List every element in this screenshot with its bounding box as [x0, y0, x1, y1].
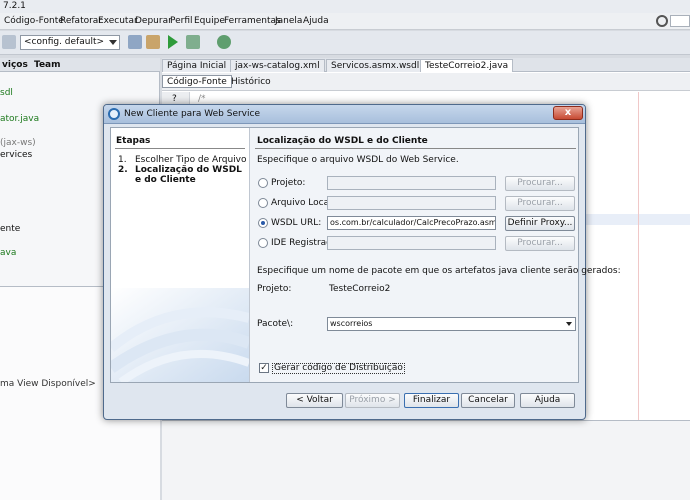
back-button[interactable]: < Voltar: [286, 393, 343, 408]
ide-title: 7.2.1: [3, 1, 26, 11]
clean-build-icon[interactable]: [146, 35, 160, 49]
menu-ajuda[interactable]: Ajuda: [303, 16, 329, 26]
debug-icon[interactable]: [186, 35, 200, 49]
tab-codigo-fonte[interactable]: Código-Fonte: [162, 75, 232, 88]
radio-wsdl-url[interactable]: [258, 218, 268, 228]
tab-historico[interactable]: Histórico: [226, 75, 276, 88]
radio-projeto-label[interactable]: Projeto:: [271, 178, 305, 188]
section-title: Localização do WSDL e do Cliente: [257, 136, 428, 146]
toolbar-icon[interactable]: [2, 35, 16, 49]
close-icon: x: [564, 107, 572, 118]
gutter-marker: ?: [172, 94, 177, 104]
radio-projeto[interactable]: [258, 178, 268, 188]
step-label: Escolher Tipo de Arquivo: [135, 155, 247, 165]
dialog-titlebar[interactable]: New Cliente para Web Service x: [104, 105, 585, 124]
project-label: Projeto:: [257, 284, 292, 294]
package-select[interactable]: wscorreios: [327, 317, 576, 331]
tab-servicos[interactable]: viços: [2, 60, 28, 70]
wsdl-instruction: Especifique o arquivo WSDL do Web Servic…: [257, 155, 459, 165]
browse-ide-registrado-button[interactable]: Procurar...: [505, 236, 575, 251]
tab-testecorreio2[interactable]: TesteCorreio2.java: [420, 59, 514, 72]
package-value: wscorreios: [330, 319, 373, 328]
chevron-down-icon: [109, 40, 117, 45]
decorative-swoosh-graphic: [111, 288, 249, 382]
wsdl-location-panel: Localização do WSDL e do Cliente Especif…: [249, 128, 621, 382]
editor-toolbar: Código-Fonte Histórico: [162, 73, 690, 91]
navigator-empty-text: ma View Disponível>: [0, 379, 96, 389]
ide-search-input[interactable]: [670, 15, 690, 27]
profile-icon[interactable]: [217, 35, 231, 49]
dialog-footer: < Voltar Próximo > Finalizar Cancelar Aj…: [104, 386, 585, 419]
finish-button[interactable]: Finalizar: [404, 393, 459, 408]
radio-arquivo-local-label[interactable]: Arquivo Local:: [271, 198, 335, 208]
tree-item[interactable]: ervices: [0, 150, 32, 160]
project-value: TesteCorreio2: [329, 284, 391, 294]
tree-item[interactable]: sdl: [0, 88, 13, 98]
step-number: 1.: [118, 155, 127, 165]
divider: [255, 148, 576, 149]
run-icon[interactable]: [168, 35, 178, 49]
wsdl-url-input[interactable]: os.com.br/calculador/CalcPrecoPrazo.asmx…: [327, 216, 496, 230]
left-panel-tabs: viços Team: [0, 58, 160, 72]
tree-item[interactable]: (jax-ws): [0, 138, 36, 148]
chevron-down-icon: [566, 322, 572, 326]
menu-ferramentas[interactable]: Ferramentas: [224, 16, 281, 26]
close-button[interactable]: x: [553, 106, 583, 120]
output-panel: [162, 420, 690, 500]
web-service-icon: [108, 108, 120, 120]
radio-wsdl-url-label[interactable]: WSDL URL:: [271, 218, 321, 228]
step-label: Localização do WSDL e do Cliente: [135, 165, 242, 185]
generate-dispatch-checkbox[interactable]: ✓: [259, 363, 269, 373]
browse-projeto-button[interactable]: Procurar...: [505, 176, 575, 191]
config-select[interactable]: <config. default>: [20, 35, 120, 50]
tree-item[interactable]: ava: [0, 248, 16, 258]
tree-item[interactable]: ator.java: [0, 114, 39, 124]
radio-ide-registrado[interactable]: [258, 238, 268, 248]
arquivo-local-field[interactable]: [327, 196, 496, 210]
steps-title: Etapas: [116, 136, 151, 146]
tab-servicos-wsdl[interactable]: Servicos.asmx.wsdl: [326, 59, 425, 72]
radio-arquivo-local[interactable]: [258, 198, 268, 208]
cancel-button[interactable]: Cancelar: [461, 393, 515, 408]
ide-title-bar: 7.2.1: [0, 0, 690, 13]
tab-team[interactable]: Team: [34, 60, 61, 70]
step-number: 2.: [118, 165, 128, 175]
help-button[interactable]: Ajuda: [520, 393, 575, 408]
tab-pagina-inicial[interactable]: Página Inicial: [162, 59, 232, 72]
divider: [115, 148, 245, 149]
editor-tabs: Página Inicial jax-ws-catalog.xml Servic…: [162, 58, 690, 72]
tree-item[interactable]: ente: [0, 224, 20, 234]
ide-menu-bar: Código-Fonte Refatorar Executar Depurar …: [0, 13, 690, 30]
projeto-field[interactable]: [327, 176, 496, 190]
menu-janela[interactable]: Janela: [275, 16, 302, 26]
menu-executar[interactable]: Executar: [98, 16, 138, 26]
ide-registrado-field[interactable]: [327, 236, 496, 250]
browse-arquivo-local-button[interactable]: Procurar...: [505, 196, 575, 211]
config-value: <config. default>: [24, 37, 105, 47]
menu-refatorar[interactable]: Refatorar: [60, 16, 102, 26]
menu-equipe[interactable]: Equipe: [194, 16, 225, 26]
dialog-title: New Cliente para Web Service: [124, 109, 260, 119]
generate-dispatch-label[interactable]: Gerar código de Distribuição: [272, 363, 405, 374]
dialog-body: Etapas 1. Escolher Tipo de Arquivo 2. Lo…: [110, 127, 621, 383]
define-proxy-button[interactable]: Definir Proxy...: [505, 216, 575, 231]
new-web-service-client-dialog: New Cliente para Web Service x Etapas 1.…: [103, 104, 621, 420]
menu-codigo-fonte[interactable]: Código-Fonte: [4, 16, 64, 26]
menu-perfil[interactable]: Perfil: [170, 16, 193, 26]
package-instruction: Especifique um nome de pacote em que os …: [257, 266, 621, 276]
package-label: Pacote\:: [257, 319, 294, 329]
code-fragment: /*: [198, 94, 206, 104]
build-icon[interactable]: [128, 35, 142, 49]
search-icon[interactable]: [656, 15, 668, 27]
tab-jax-ws-catalog[interactable]: jax-ws-catalog.xml: [230, 59, 325, 72]
steps-panel: Etapas 1. Escolher Tipo de Arquivo 2. Lo…: [111, 128, 249, 382]
next-button[interactable]: Próximo >: [345, 393, 400, 408]
menu-depurar[interactable]: Depurar: [135, 16, 172, 26]
